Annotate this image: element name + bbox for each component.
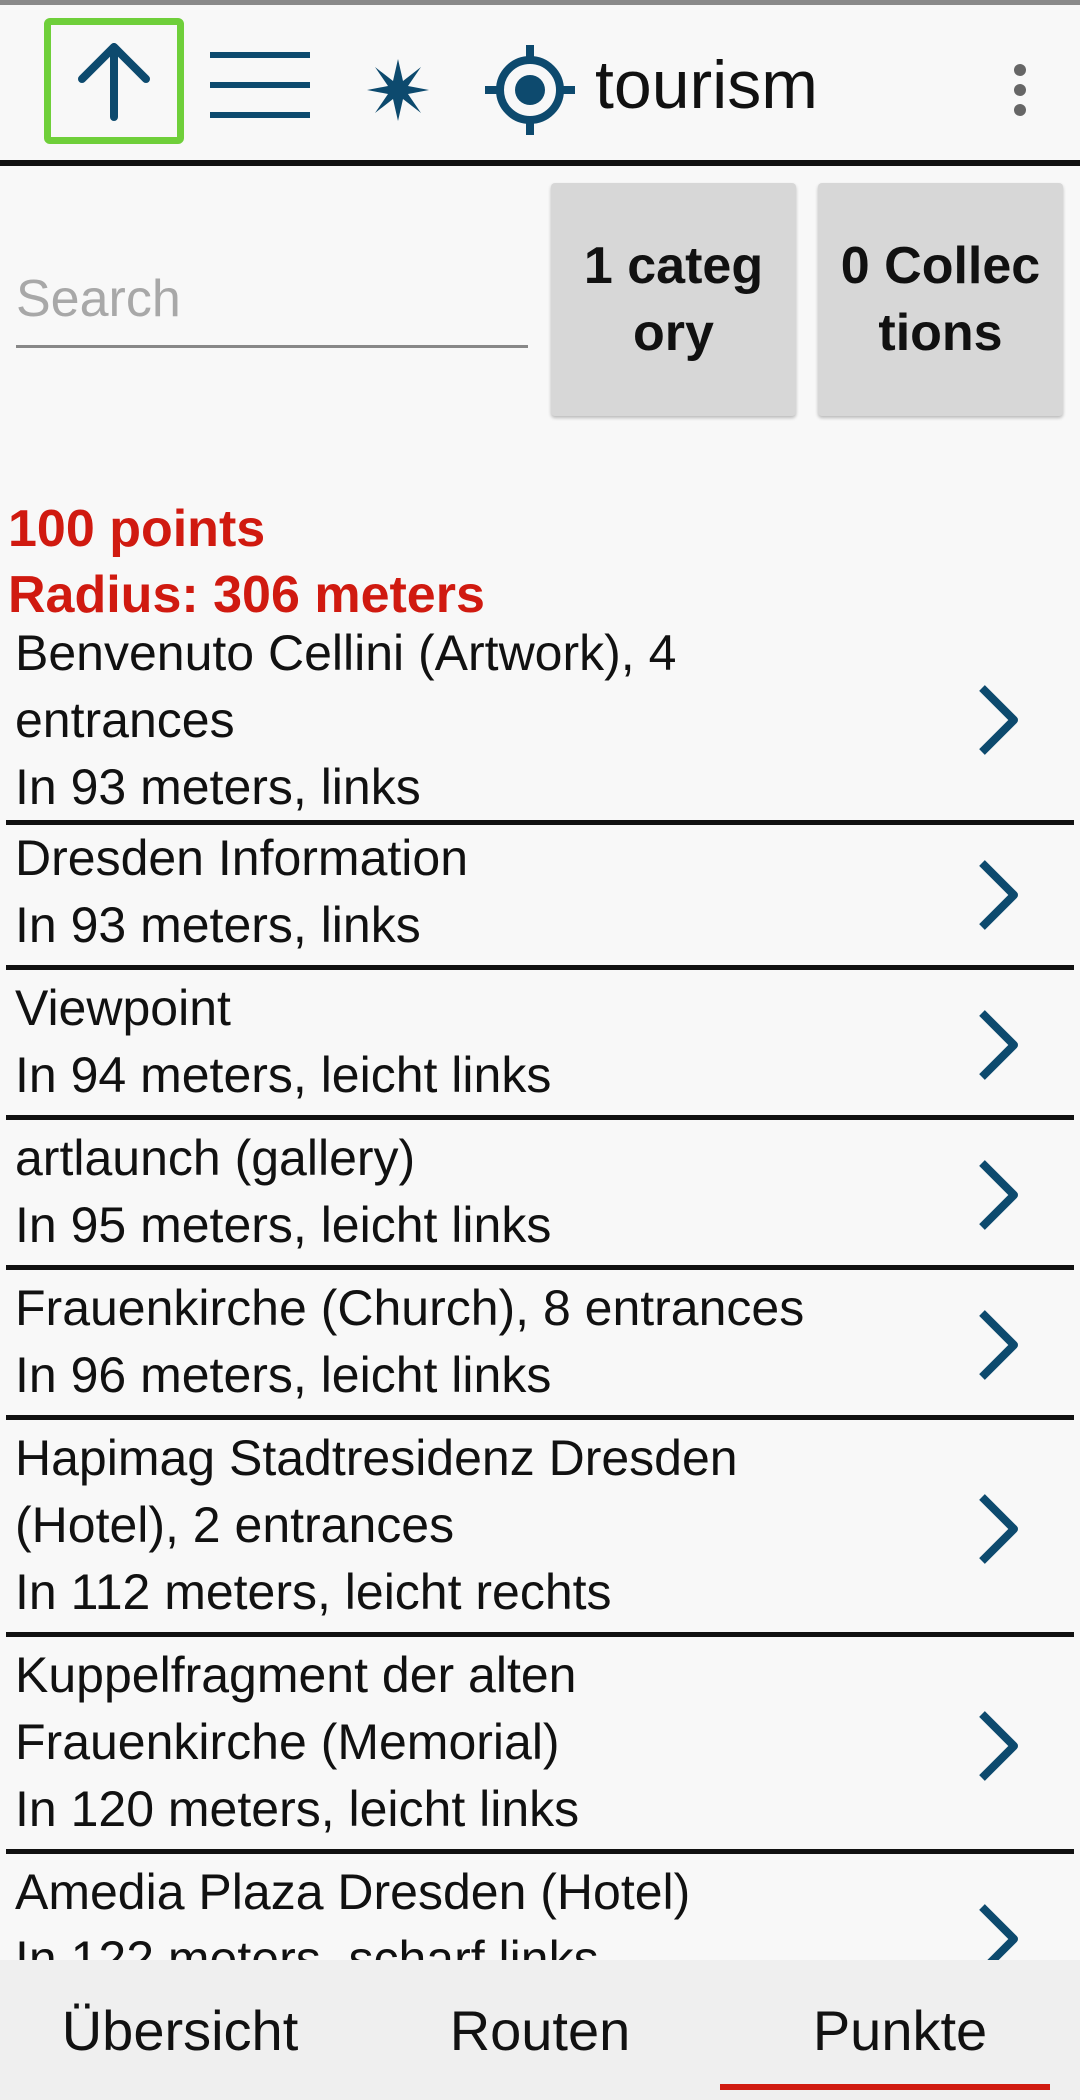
item-distance: In 93 meters, links <box>15 897 421 953</box>
list-item[interactable]: Amedia Plaza Dresden (Hotel) In 122 mete… <box>0 1859 1080 1960</box>
item-title-line: Viewpoint <box>15 980 231 1036</box>
tab-routes[interactable]: Routen <box>360 1960 720 2100</box>
radius-text: Radius: 306 meters <box>8 566 485 624</box>
location-icon <box>485 45 575 135</box>
list-item[interactable]: Dresden Information In 93 meters, links <box>0 825 1080 970</box>
bottom-tab-bar: Übersicht Routen Punkte <box>0 1960 1080 2100</box>
chevron-right-icon <box>979 1010 1018 1080</box>
item-distance: In 93 meters, links <box>15 759 421 815</box>
chevron-right-icon <box>979 1711 1018 1781</box>
list-item[interactable]: Kuppelfragment der alten Frauenkirche (M… <box>0 1642 1080 1854</box>
item-title-line: Amedia Plaza Dresden (Hotel) <box>15 1864 691 1920</box>
points-count: 100 points <box>8 500 266 558</box>
category-filter-label: 1 category <box>583 236 764 362</box>
divider <box>6 1632 1074 1637</box>
menu-button[interactable] <box>205 30 315 140</box>
arrow-up-icon <box>78 43 150 121</box>
chevron-right-icon <box>979 685 1018 755</box>
item-title-line: Frauenkirche (Memorial) <box>15 1714 560 1770</box>
star-icon <box>366 59 429 121</box>
item-distance: In 96 meters, leicht links <box>15 1347 552 1403</box>
list-item[interactable]: artlaunch (gallery) In 95 meters, leicht… <box>0 1125 1080 1270</box>
item-title-line: Dresden Information <box>15 830 469 886</box>
list-item[interactable]: Hapimag Stadtresidenz Dresden (Hotel), 2… <box>0 1425 1080 1637</box>
divider <box>6 965 1074 970</box>
active-tab-indicator <box>720 2084 1050 2090</box>
navigate-up-button[interactable] <box>44 18 184 144</box>
category-filter-button[interactable]: 1 category <box>551 183 796 416</box>
toolbar-divider <box>0 160 1080 166</box>
divider <box>6 1265 1074 1270</box>
search-field <box>16 250 528 348</box>
item-title-line: Kuppelfragment der alten <box>15 1647 577 1703</box>
item-title-line: Hapimag Stadtresidenz Dresden <box>15 1430 738 1486</box>
item-title-line: Benvenuto Cellini (Artwork), 4 <box>15 625 677 681</box>
menu-icon <box>210 52 310 118</box>
list-item[interactable]: Frauenkirche (Church), 8 entrances In 96… <box>0 1275 1080 1420</box>
chevron-right-icon <box>979 1904 1018 1960</box>
list-item[interactable]: Viewpoint In 94 meters, leicht links <box>0 975 1080 1120</box>
divider <box>6 1115 1074 1120</box>
item-title-line: artlaunch (gallery) <box>15 1130 416 1186</box>
page-title: tourism <box>595 47 818 123</box>
item-title-line: Frauenkirche (Church), 8 entrances <box>15 1280 805 1336</box>
points-list: Benvenuto Cellini (Artwork), 4 entrances… <box>0 620 1080 1960</box>
overflow-menu-button[interactable] <box>985 45 1055 135</box>
chevron-right-icon <box>979 1160 1018 1230</box>
item-distance: In 95 meters, leicht links <box>15 1197 552 1253</box>
list-item[interactable]: Benvenuto Cellini (Artwork), 4 entrances… <box>0 620 1080 825</box>
divider <box>6 1849 1074 1854</box>
item-distance: In 122 meters, scharf links <box>15 1931 599 1960</box>
divider <box>6 1415 1074 1420</box>
overflow-icon <box>1014 64 1026 116</box>
collections-filter-button[interactable]: 0 Collections <box>818 183 1063 416</box>
item-distance: In 112 meters, leicht rechts <box>15 1564 612 1620</box>
location-button[interactable] <box>480 35 580 145</box>
item-title-line: entrances <box>15 692 235 748</box>
item-distance: In 94 meters, leicht links <box>15 1047 552 1103</box>
tab-points[interactable]: Punkte <box>720 1960 1080 2100</box>
toolbar: tourism <box>0 5 1080 160</box>
item-title-line: (Hotel), 2 entrances <box>15 1497 455 1553</box>
favorites-button[interactable] <box>355 35 440 145</box>
tab-overview[interactable]: Übersicht <box>0 1960 360 2100</box>
item-distance: In 120 meters, leicht links <box>15 1781 580 1837</box>
collections-filter-label: 0 Collections <box>840 236 1041 362</box>
search-input[interactable] <box>16 264 528 334</box>
chevron-right-icon <box>979 1310 1018 1380</box>
chevron-right-icon <box>979 860 1018 930</box>
chevron-right-icon <box>979 1494 1018 1564</box>
